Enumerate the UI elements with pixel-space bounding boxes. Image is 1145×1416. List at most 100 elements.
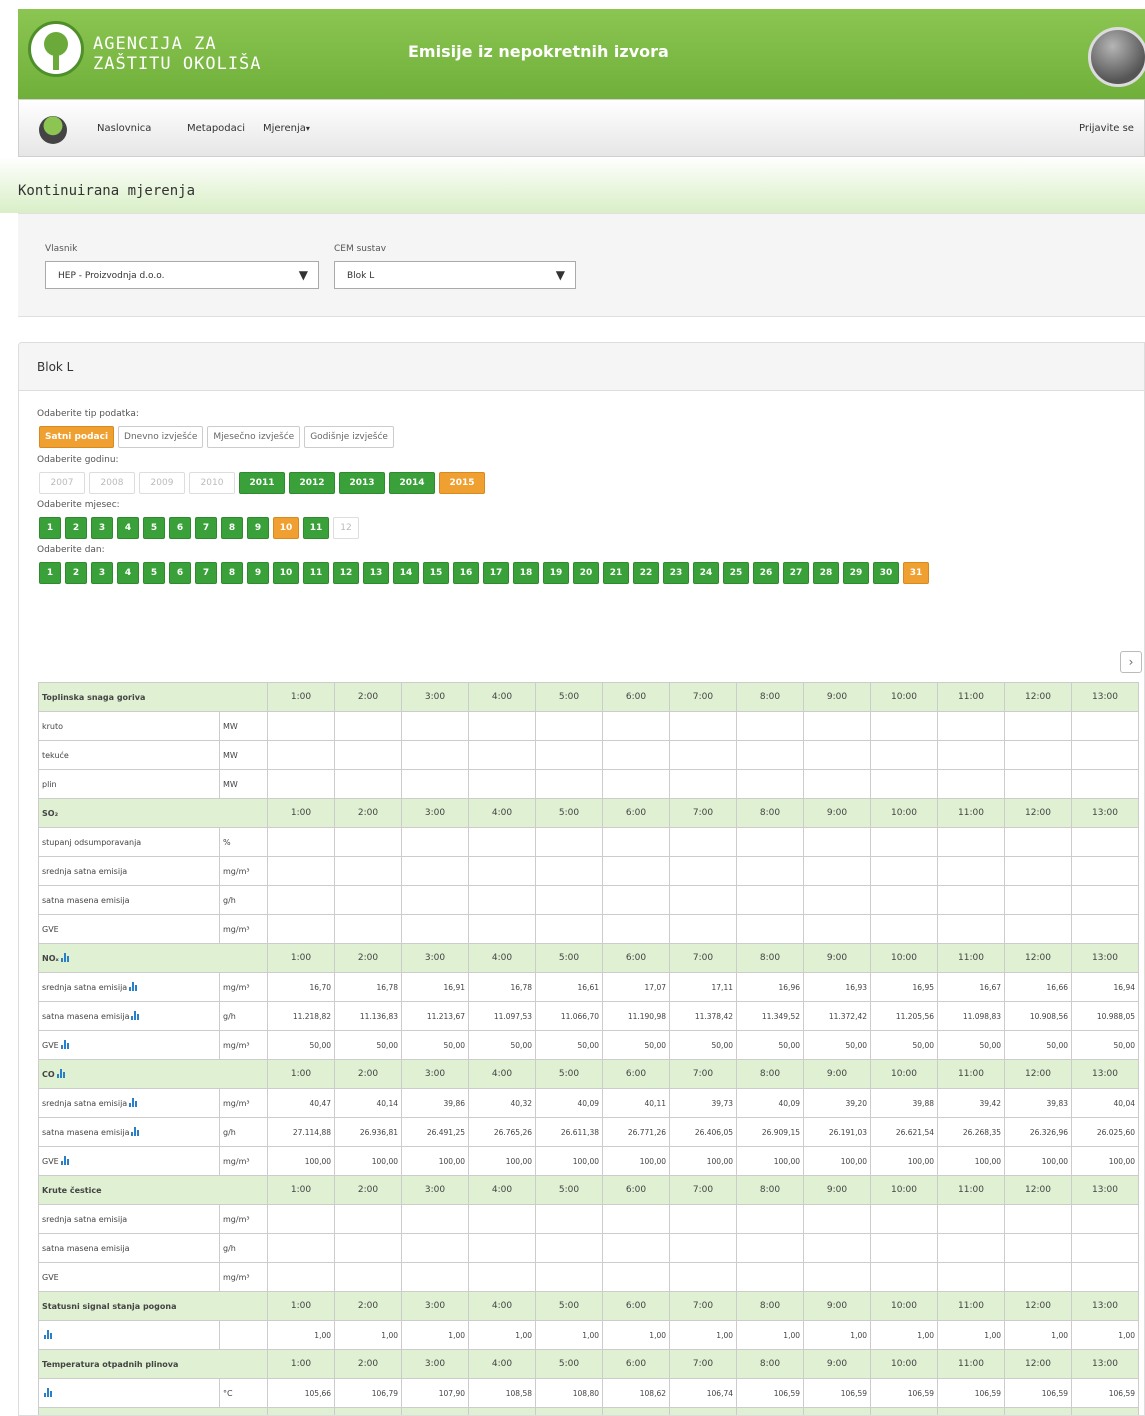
day-button-26[interactable]: 26	[753, 562, 779, 584]
hour-header: 8:00	[736, 1291, 804, 1321]
row-unit: mg/m³	[219, 972, 268, 1002]
year-button-2007[interactable]: 2007	[39, 472, 85, 494]
day-button-22[interactable]: 22	[633, 562, 659, 584]
month-button-1[interactable]: 1	[39, 517, 61, 539]
year-button-2008[interactable]: 2008	[89, 472, 135, 494]
day-button-13[interactable]: 13	[363, 562, 389, 584]
month-button-11[interactable]: 11	[303, 517, 329, 539]
table-cell: 1,00	[334, 1320, 402, 1350]
day-button-31[interactable]: 31	[903, 562, 929, 584]
bar-chart-icon[interactable]	[44, 1330, 52, 1339]
table-cell	[1071, 827, 1139, 857]
hour-header: 2:00	[334, 1059, 402, 1089]
table-cell	[669, 856, 737, 886]
bar-chart-icon[interactable]	[129, 1098, 138, 1107]
table-cell: 11.218,82	[267, 1001, 335, 1031]
day-button-12[interactable]: 12	[333, 562, 359, 584]
bar-chart-icon[interactable]	[56, 1069, 65, 1078]
table-row: GVE mg/m³	[38, 914, 1139, 944]
day-button-14[interactable]: 14	[393, 562, 419, 584]
month-button-9[interactable]: 9	[247, 517, 269, 539]
nav-measurements[interactable]: Mjerenja▾	[263, 123, 310, 134]
table-cell	[602, 740, 670, 770]
day-button-18[interactable]: 18	[513, 562, 539, 584]
day-button-24[interactable]: 24	[693, 562, 719, 584]
month-button-5[interactable]: 5	[143, 517, 165, 539]
day-button-2[interactable]: 2	[65, 562, 87, 584]
day-button-25[interactable]: 25	[723, 562, 749, 584]
table-row: GVE mg/m³ 50,00 50,00 50,00 50,00 50,00 50,00 50…	[38, 1030, 1139, 1060]
login-link[interactable]: Prijavite se	[1079, 123, 1134, 134]
scroll-right-button[interactable]: ›	[1120, 651, 1142, 673]
year-button-2012[interactable]: 2012	[289, 472, 335, 494]
data-panel: Blok L Odaberite tip podatka: Satni poda…	[18, 342, 1145, 1416]
type-button-satni-podaci[interactable]: Satni podaci	[39, 426, 115, 448]
month-button-12[interactable]: 12	[333, 517, 359, 539]
day-button-29[interactable]: 29	[843, 562, 869, 584]
day-button-19[interactable]: 19	[543, 562, 569, 584]
day-button-8[interactable]: 8	[221, 562, 243, 584]
owner-select[interactable]: HEP - Proizvodnja d.o.o. ▼	[45, 261, 319, 289]
year-button-2010[interactable]: 2010	[189, 472, 235, 494]
bar-chart-icon[interactable]	[129, 982, 138, 991]
day-button-20[interactable]: 20	[573, 562, 599, 584]
month-button-4[interactable]: 4	[117, 517, 139, 539]
table-row: srednja satna emisija mg/m³ 16,70 16,78 16,9…	[38, 972, 1139, 1002]
month-button-2[interactable]: 2	[65, 517, 87, 539]
table-cell: 16,78	[334, 972, 402, 1002]
day-button-15[interactable]: 15	[423, 562, 449, 584]
hour-header: 11:00	[937, 1291, 1005, 1321]
type-button-godišnje-izvješće[interactable]: Godišnje izvješće	[304, 426, 394, 448]
year-button-2009[interactable]: 2009	[139, 472, 185, 494]
day-button-16[interactable]: 16	[453, 562, 479, 584]
bar-chart-icon[interactable]	[44, 1388, 52, 1397]
row-unit: MW	[219, 740, 268, 770]
agency-logo-icon[interactable]	[28, 21, 84, 77]
year-button-2015[interactable]: 2015	[439, 472, 485, 494]
day-button-17[interactable]: 17	[483, 562, 509, 584]
table-cell	[736, 827, 804, 857]
month-button-6[interactable]: 6	[169, 517, 191, 539]
day-button-1[interactable]: 1	[39, 562, 61, 584]
table-cell	[401, 740, 469, 770]
row-unit: mg/m³	[219, 1146, 268, 1176]
nav-home[interactable]: Naslovnica	[97, 123, 151, 134]
year-button-2011[interactable]: 2011	[239, 472, 285, 494]
day-button-3[interactable]: 3	[91, 562, 113, 584]
type-button-mjesečno-izvješće[interactable]: Mjesečno izvješće	[207, 426, 301, 448]
day-button-28[interactable]: 28	[813, 562, 839, 584]
day-button-21[interactable]: 21	[603, 562, 629, 584]
type-button-dnevno-izvješće[interactable]: Dnevno izvješće	[118, 426, 204, 448]
table-cell	[669, 885, 737, 915]
day-button-23[interactable]: 23	[663, 562, 689, 584]
day-button-6[interactable]: 6	[169, 562, 191, 584]
month-button-10[interactable]: 10	[273, 517, 299, 539]
bar-chart-icon[interactable]	[60, 1040, 69, 1049]
month-button-3[interactable]: 3	[91, 517, 113, 539]
day-button-30[interactable]: 30	[873, 562, 899, 584]
table-cell: 1,00	[535, 1320, 603, 1350]
hour-header: 9:00	[803, 1175, 871, 1205]
day-button-4[interactable]: 4	[117, 562, 139, 584]
day-button-27[interactable]: 27	[783, 562, 809, 584]
hour-header: 7:00	[669, 682, 737, 712]
bar-chart-icon[interactable]	[60, 953, 69, 962]
day-button-5[interactable]: 5	[143, 562, 165, 584]
cem-select[interactable]: Blok L ▼	[334, 261, 576, 289]
day-button-11[interactable]: 11	[303, 562, 329, 584]
day-button-9[interactable]: 9	[247, 562, 269, 584]
month-button-7[interactable]: 7	[195, 517, 217, 539]
year-button-2013[interactable]: 2013	[339, 472, 385, 494]
bar-chart-icon[interactable]	[131, 1127, 140, 1136]
year-button-2014[interactable]: 2014	[389, 472, 435, 494]
month-button-8[interactable]: 8	[221, 517, 243, 539]
day-button-7[interactable]: 7	[195, 562, 217, 584]
nav-metadata[interactable]: Metapodaci	[187, 123, 245, 134]
nav-logo-icon[interactable]	[39, 116, 67, 144]
table-cell: 11.213,67	[401, 1001, 469, 1031]
day-button-10[interactable]: 10	[273, 562, 299, 584]
bar-chart-icon[interactable]	[60, 1156, 69, 1165]
bar-chart-icon[interactable]	[131, 1011, 140, 1020]
nav-measurements-label: Mjerenja	[263, 123, 306, 134]
hour-header: 4:00	[468, 1059, 536, 1089]
